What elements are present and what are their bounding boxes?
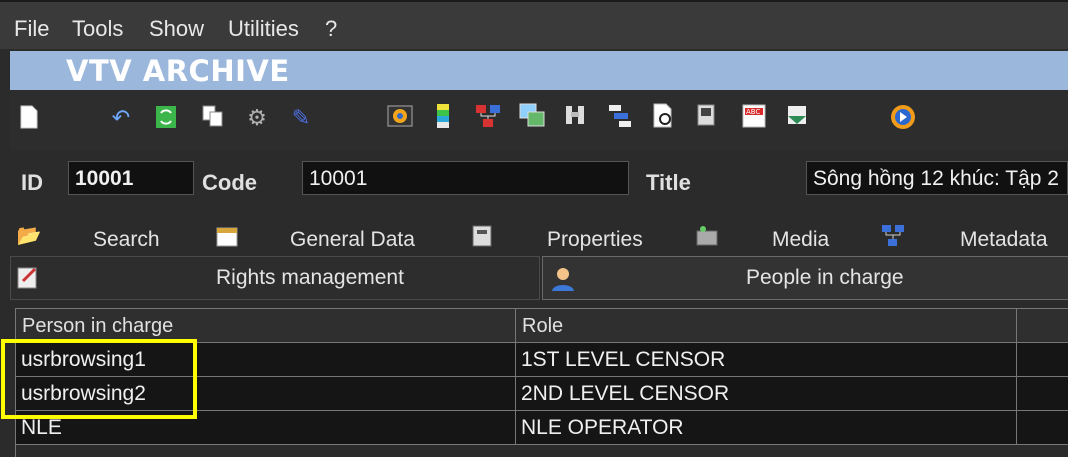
edit-icon[interactable]: ✎ [288,104,314,132]
svg-text:ABC: ABC [746,108,760,116]
code-label: Code [202,170,257,195]
undo-icon[interactable]: ↶ [108,104,134,132]
record-fields: ID 10001 Code 10001 Title Sông hồng 12 k… [10,150,1068,210]
tab-search[interactable]: 📂 Search [10,218,200,256]
empty-cell [1017,343,1068,377]
monitor-icon[interactable] [695,102,721,130]
tab-media-label: Media [772,228,830,251]
film-icon[interactable] [386,102,413,130]
column-header-empty [1017,309,1068,343]
tab-media[interactable]: Media [692,218,872,256]
media-player-icon[interactable] [888,102,915,130]
title-label: Title [646,170,691,195]
menu-utilities[interactable]: Utilities [228,16,299,42]
tab-properties-label: Properties [547,228,643,251]
media-icon [694,223,720,249]
menu-show[interactable]: Show [149,16,204,42]
new-document-icon[interactable] [16,104,42,132]
tab-general-data[interactable]: General Data [210,218,460,256]
properties-icon [470,223,496,249]
menu-bar: File Tools Show Utilities ? [0,0,1068,49]
tab-people-in-charge[interactable]: People in charge [542,256,1068,300]
binoculars-icon[interactable] [562,102,588,130]
annotation-highlight-box [1,339,197,419]
role-cell[interactable]: 2ND LEVEL CENSOR [516,377,1017,411]
role-cell[interactable]: NLE OPERATOR [516,411,1017,445]
spellcheck-icon[interactable]: ABC [740,102,766,130]
code-field[interactable]: 10001 [302,161,629,195]
tools-icon[interactable]: ⚙ [244,104,270,132]
tab-properties[interactable]: Properties [468,218,678,256]
tab-strip-primary: 📂 Search General Data Properties Media M… [10,218,1068,256]
tab-metadata-label: Metadata [960,228,1048,251]
tab-general-data-label: General Data [290,228,415,251]
calendar-icon [214,223,240,249]
empty-cell [1017,411,1068,445]
images-icon[interactable] [518,102,545,130]
tab-search-label: Search [93,228,160,251]
app-title: VTV ARCHIVE [66,54,290,88]
person-icon [549,265,577,298]
column-header-person[interactable]: Person in charge [16,309,516,343]
tab-people-in-charge-label: People in charge [746,266,904,289]
metadata-icon [880,223,906,249]
preview-icon[interactable] [650,102,676,130]
tab-rights-management-label: Rights management [216,266,404,289]
export-icon[interactable] [784,102,810,130]
search-folder-icon: 📂 [16,225,42,247]
empty-cell [1017,377,1068,411]
toolbar: ↶ ⚙ ✎ ABC [10,90,1068,151]
id-field[interactable]: 10001 [68,161,194,195]
role-cell[interactable]: 1ST LEVEL CENSOR [516,343,1017,377]
tab-metadata[interactable]: Metadata [880,218,1068,256]
menu-help[interactable]: ? [325,16,337,42]
title-field[interactable]: Sông hồng 12 khúc: Tập 2 [806,161,1068,195]
menu-file[interactable]: File [14,16,49,42]
column-header-role[interactable]: Role [516,309,1017,343]
app-title-bar: VTV ARCHIVE [10,51,1068,90]
color-bar-icon[interactable] [430,102,456,130]
id-label: ID [21,170,43,195]
refresh-icon[interactable] [153,104,179,132]
rights-icon [15,263,43,296]
menu-tools[interactable]: Tools [72,16,123,42]
copy-icon[interactable] [200,104,226,132]
network-icon[interactable] [474,102,500,130]
list-icon[interactable] [606,102,632,130]
tab-strip-secondary: Rights management People in charge [10,256,1068,300]
tab-rights-management[interactable]: Rights management [10,256,540,300]
